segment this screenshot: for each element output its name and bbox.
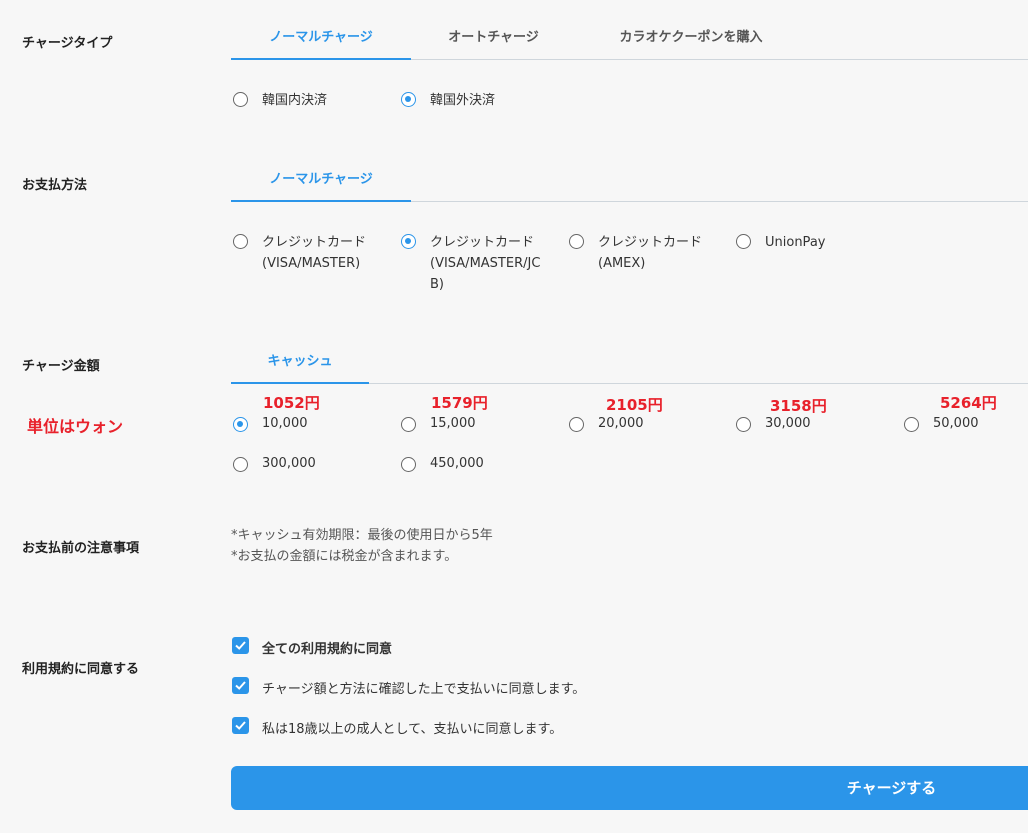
credit-visa-master-jcb-label[interactable]: クレジットカード (VISA/MASTER/JC B) (430, 232, 540, 295)
charge-amount-tabs: キャッシュ (231, 351, 1028, 384)
radio-amount-15000[interactable] (401, 417, 416, 432)
agree-adult-label[interactable]: 私は18歳以上の成人として、支払いに同意します。 (262, 718, 562, 737)
pre-payment-notes-label: お支払前の注意事項 (22, 541, 140, 556)
amount-50000-label[interactable]: 50,000 (933, 416, 979, 431)
credit-visa-master-label[interactable]: クレジットカード (VISA/MASTER) (262, 232, 366, 274)
credit-amex-label[interactable]: クレジットカード (AMEX) (598, 232, 702, 274)
yen-note-4: 3158円 (770, 397, 827, 415)
tab-normal-charge-payment[interactable]: ノーマルチャージ (231, 169, 411, 202)
radio-amount-450000[interactable] (401, 457, 416, 472)
payment-method-label: お支払方法 (22, 178, 88, 193)
terms-label: 利用規約に同意する (22, 662, 140, 677)
checkbox-agree-amount-method[interactable] (232, 677, 249, 694)
check-icon (235, 641, 246, 650)
agree-all-label[interactable]: 全ての利用規約に同意 (262, 638, 392, 657)
charge-submit-button[interactable]: チャージする (231, 766, 1028, 810)
radio-amount-10000[interactable] (233, 417, 248, 432)
radio-overseas-payment[interactable] (401, 92, 416, 107)
check-icon (235, 721, 246, 730)
charge-type-tabs: ノーマルチャージ オートチャージ カラオケクーポンを購入 (231, 27, 1028, 60)
radio-unionpay[interactable] (736, 234, 751, 249)
payment-method-tabs: ノーマルチャージ (231, 169, 1028, 202)
yen-note-3: 2105円 (606, 396, 663, 414)
tab-auto-charge[interactable]: オートチャージ (426, 27, 561, 58)
yen-note-5: 5264円 (940, 394, 997, 412)
note-tax: *お支払の金額には税金が含まれます。 (231, 549, 458, 564)
domestic-payment-label[interactable]: 韓国内決済 (262, 90, 327, 111)
radio-amount-20000[interactable] (569, 417, 584, 432)
note-expiry: *キャッシュ有効期限：最後の使用日から5年 (231, 528, 493, 543)
radio-domestic-payment[interactable] (233, 92, 248, 107)
amount-450000-label[interactable]: 450,000 (430, 456, 484, 471)
radio-amount-300000[interactable] (233, 457, 248, 472)
amount-20000-label[interactable]: 20,000 (598, 416, 644, 431)
amount-300000-label[interactable]: 300,000 (262, 456, 316, 471)
charge-type-label: チャージタイプ (22, 36, 113, 51)
tab-karaoke-coupon[interactable]: カラオケクーポンを購入 (601, 27, 781, 58)
pre-payment-notes: *キャッシュ有効期限：最後の使用日から5年 *お支払の金額には税金が含まれます。 (231, 525, 493, 567)
charge-amount-label: チャージ金額 (22, 359, 100, 374)
unit-note: 単位はウォン (27, 417, 124, 436)
amount-15000-label[interactable]: 15,000 (430, 416, 476, 431)
radio-amount-30000[interactable] (736, 417, 751, 432)
amount-10000-label[interactable]: 10,000 (262, 416, 308, 431)
check-icon (235, 681, 246, 690)
radio-credit-amex[interactable] (569, 234, 584, 249)
checkbox-agree-all[interactable] (232, 637, 249, 654)
tab-normal-charge[interactable]: ノーマルチャージ (231, 27, 411, 60)
radio-credit-visa-master-jcb[interactable] (401, 234, 416, 249)
yen-note-2: 1579円 (431, 394, 488, 412)
amount-30000-label[interactable]: 30,000 (765, 416, 811, 431)
unionpay-label[interactable]: UnionPay (765, 232, 825, 253)
radio-credit-visa-master[interactable] (233, 234, 248, 249)
yen-note-1: 1052円 (263, 394, 320, 412)
radio-amount-50000[interactable] (904, 417, 919, 432)
checkbox-agree-adult[interactable] (232, 717, 249, 734)
overseas-payment-label[interactable]: 韓国外決済 (430, 90, 495, 111)
tab-cash[interactable]: キャッシュ (231, 351, 369, 384)
agree-amount-method-label[interactable]: チャージ額と方法に確認した上で支払いに同意します。 (262, 678, 585, 697)
